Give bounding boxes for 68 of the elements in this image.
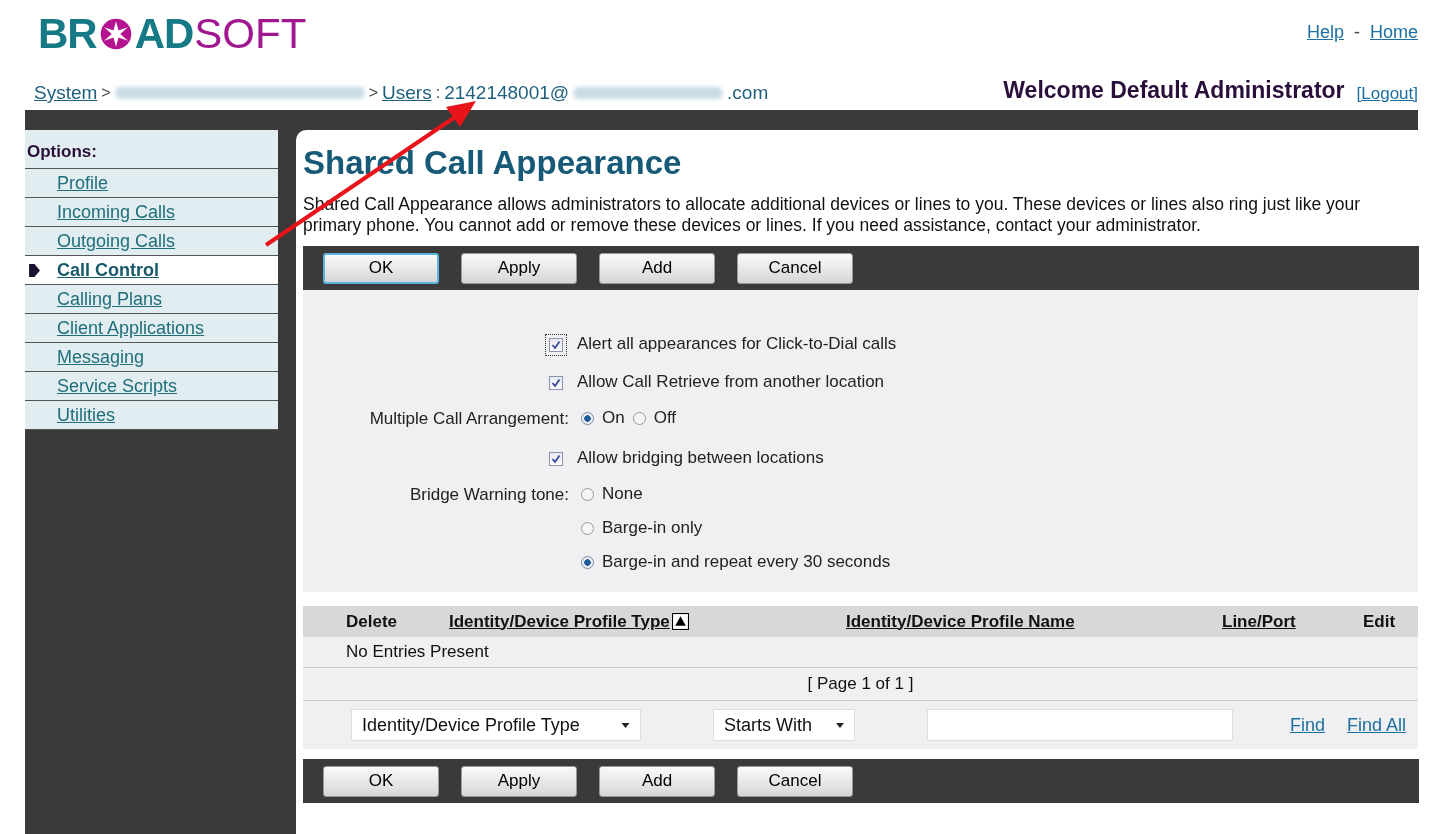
breadcrumb-link[interactable]: Users — [382, 82, 432, 104]
help-link[interactable]: Help — [1306, 22, 1344, 43]
caret-icon — [836, 722, 844, 728]
checkbox-label: Alert all appearances for Click-to-Dial calls — [577, 334, 897, 354]
empty-message: No Entries Present — [346, 642, 489, 661]
radio-label: Barge-in only — [602, 518, 703, 538]
checkmark-icon — [551, 339, 561, 350]
sidebar-item[interactable]: Client Applications — [25, 314, 278, 343]
find-all-link[interactable]: Find All — [1346, 714, 1406, 736]
action-button[interactable]: Cancel — [737, 252, 853, 284]
breadcrumb-separator: > — [368, 84, 379, 102]
breadcrumb-separator: : — [435, 84, 441, 102]
welcome-text: Welcome Default Administrator — [1003, 77, 1345, 104]
user-id-text: 2142148001@ — [444, 82, 570, 104]
sidebar-item[interactable]: Utilities — [25, 401, 278, 430]
separator-text: - — [1354, 22, 1360, 43]
breadcrumb-link[interactable]: System — [34, 82, 98, 104]
logout-link[interactable]: [Logout] — [1356, 84, 1418, 104]
sidebar-item[interactable]: Call Control — [25, 256, 278, 285]
checkmark-icon — [551, 453, 561, 464]
radio-button[interactable] — [632, 411, 646, 425]
radio-label: On — [602, 408, 625, 428]
action-button[interactable]: OK — [323, 765, 439, 797]
checkbox-label: Allow Call Retrieve from another location — [577, 372, 885, 392]
action-button[interactable]: Add — [599, 252, 715, 284]
search-field[interactable] — [927, 709, 1233, 741]
column-header[interactable]: Identity/Device Profile Name — [846, 611, 1075, 632]
field-label: Multiple Call Arrangement: — [369, 409, 569, 429]
radio-label: Barge-in and repeat every 30 seconds — [602, 552, 891, 572]
column-header[interactable]: Line/Port — [1222, 611, 1296, 632]
column-header: Edit — [1363, 611, 1396, 632]
pointer-icon — [29, 264, 40, 277]
radio-button[interactable] — [581, 521, 594, 535]
home-link[interactable]: Home — [1370, 22, 1418, 43]
breadcrumb-separator: > — [101, 84, 111, 102]
pager-text: [ Page 1 of 1 ] — [807, 674, 914, 693]
sidebar-item[interactable]: Messaging — [25, 343, 278, 372]
checkbox[interactable] — [545, 333, 567, 356]
column-dropdown[interactable]: Identity/Device Profile Type — [351, 709, 641, 741]
caret-icon — [621, 722, 630, 728]
sidebar-item[interactable]: Incoming Calls — [25, 198, 278, 227]
sidebar-heading: Options: — [25, 130, 278, 169]
action-button[interactable]: Cancel — [737, 765, 853, 797]
sidebar-item[interactable]: Service Scripts — [25, 372, 278, 401]
sidebar-item[interactable]: Profile — [25, 169, 278, 198]
action-button[interactable]: OK — [323, 252, 439, 284]
user-id-text: .com — [727, 82, 769, 104]
star-logo-icon — [98, 17, 133, 51]
checkbox-label: Allow bridging between locations — [577, 448, 824, 468]
mode-dropdown[interactable]: Starts With — [713, 709, 855, 741]
sidebar-item[interactable]: Calling Plans — [25, 285, 278, 314]
logo-text: AD — [134, 10, 194, 58]
logo-text: BR — [38, 10, 97, 58]
radio-label: None — [602, 484, 643, 504]
action-button[interactable]: Add — [599, 765, 715, 797]
column-header: Delete — [346, 611, 398, 632]
radio-button[interactable] — [581, 411, 594, 425]
logo-text: SOFT — [194, 10, 307, 58]
action-button[interactable]: Apply — [461, 765, 577, 797]
checkmark-icon — [551, 377, 561, 388]
action-button[interactable]: Apply — [461, 252, 577, 284]
radio-label: Off — [653, 408, 677, 428]
sort-ascending-icon[interactable] — [671, 613, 689, 630]
radio-button[interactable] — [581, 555, 594, 569]
field-label: Bridge Warning tone: — [409, 485, 569, 505]
radio-button[interactable] — [581, 487, 594, 501]
find-link[interactable]: Find — [1289, 714, 1325, 736]
column-header[interactable]: Identity/Device Profile Type — [449, 611, 689, 632]
